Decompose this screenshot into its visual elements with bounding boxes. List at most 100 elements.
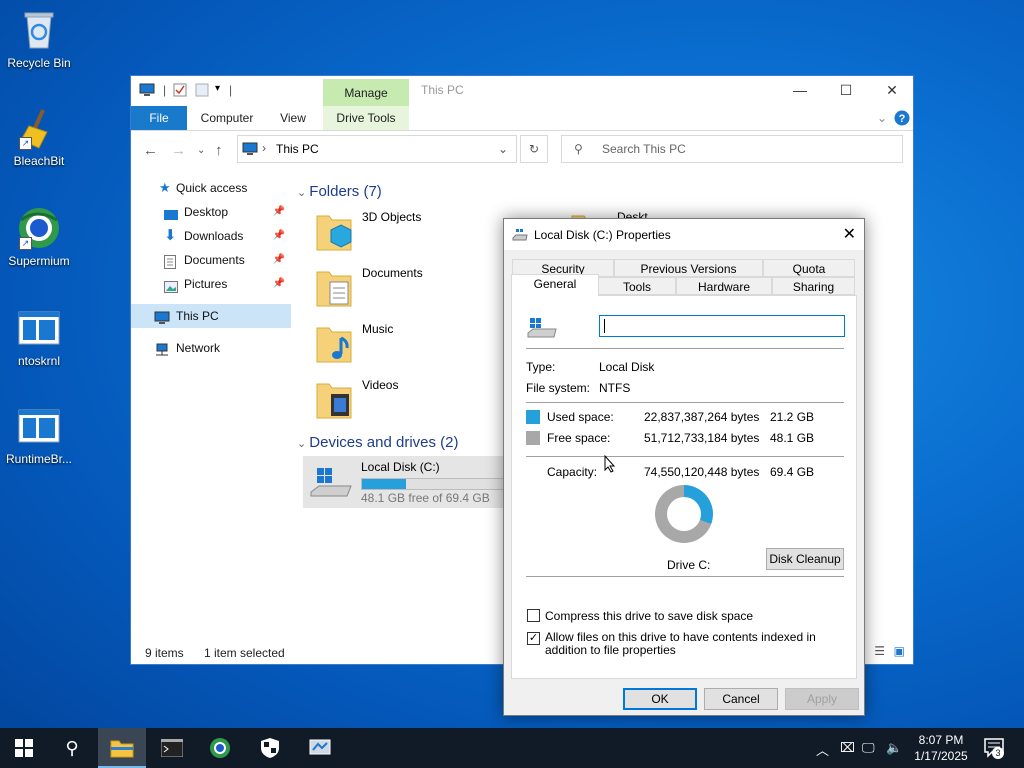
drive-name: Local Disk (C:) [361, 460, 440, 474]
index-contents-checkbox[interactable]: ✓ [527, 632, 540, 645]
mouse-cursor-icon [604, 454, 616, 476]
music-folder-icon [315, 322, 353, 364]
nav-quick-access[interactable]: ★ Quick access [131, 176, 291, 200]
tab-computer[interactable]: Computer [193, 106, 261, 130]
drive-free-text: 48.1 GB free of 69.4 GB [361, 491, 490, 505]
nav-label: Pictures [184, 277, 228, 291]
customize-toolbar-icon[interactable]: ▾ [215, 83, 220, 94]
network-app-icon[interactable] [296, 728, 344, 768]
manage-context-tab[interactable]: Manage [323, 79, 409, 107]
tab-quota[interactable]: Quota [763, 259, 855, 277]
document-icon [164, 253, 177, 269]
nav-this-pc[interactable]: This PC [131, 304, 291, 328]
tab-previous-versions[interactable]: Previous Versions [614, 259, 763, 277]
volume-muted-icon[interactable]: 🔈 [886, 740, 902, 756]
desktop-icon-supermium[interactable]: ↗ Supermium [0, 200, 78, 268]
address-bar[interactable]: › This PC ⌄ [237, 135, 517, 163]
text-caret [604, 319, 605, 333]
address-row: ← → ⌄ ↑ › This PC ⌄ ↻ ⚲ Search This PC [131, 131, 913, 169]
tab-drive-tools[interactable]: Drive Tools [323, 106, 409, 130]
pin-icon: 📌 [272, 230, 285, 241]
nav-downloads[interactable]: ⬇ Downloads 📌 [131, 224, 291, 248]
breadcrumb-this-pc[interactable]: This PC [276, 142, 319, 156]
general-tab-panel: Type: Local Disk File system: NTFS Used … [511, 295, 857, 679]
address-dropdown-icon[interactable]: ⌄ [498, 142, 508, 156]
disk-cleanup-button[interactable]: Disk Cleanup [766, 548, 844, 570]
action-center-icon[interactable]: 3 [984, 738, 1006, 761]
supermium-icon[interactable] [196, 728, 244, 768]
desktop-icon-bleachbit[interactable]: ↗ BleachBit [0, 100, 78, 168]
close-button[interactable]: ✕ [869, 76, 915, 105]
drive-disk-icon [309, 466, 353, 503]
folder-music[interactable]: Music [293, 318, 493, 370]
breadcrumb-chevron-icon[interactable]: › [262, 141, 266, 155]
up-arrow-icon[interactable]: ↑ [215, 142, 223, 159]
capacity-bytes: 74,550,120,448 bytes [644, 465, 760, 479]
ribbon-tabs: File Computer View Drive Tools ⌄ ? [131, 106, 913, 131]
start-button[interactable] [0, 728, 48, 768]
folder-name: 3D Objects [362, 210, 422, 224]
details-view-icon[interactable]: ☰ [874, 644, 885, 658]
nav-network[interactable]: Network [131, 336, 291, 360]
type-label: Type: [526, 360, 556, 374]
drive-usage-fill [362, 479, 407, 489]
shortcut-arrow-icon: ↗ [19, 137, 32, 150]
back-arrow-icon[interactable]: ← [143, 142, 158, 159]
drive-icon [512, 228, 528, 245]
tab-file[interactable]: File [131, 106, 187, 130]
search-input[interactable]: ⚲ Search This PC [561, 135, 903, 163]
refresh-button[interactable]: ↻ [520, 135, 548, 163]
search-icon[interactable]: ⚲ [48, 728, 96, 768]
properties-check-icon[interactable] [173, 83, 187, 100]
meet-now-icon[interactable]: ⌧ [840, 740, 855, 756]
help-icon[interactable]: ? [893, 106, 911, 130]
tab-tools[interactable]: Tools [598, 277, 676, 295]
file-explorer-icon[interactable] [98, 728, 146, 768]
security-icon[interactable] [246, 728, 294, 768]
tab-sharing[interactable]: Sharing [772, 277, 855, 295]
desktop-icon-recycle-bin[interactable]: Recycle Bin [0, 2, 78, 70]
minimize-button[interactable]: — [777, 76, 823, 105]
cancel-button[interactable]: Cancel [704, 688, 778, 710]
volume-label-input[interactable] [599, 315, 845, 337]
nav-desktop[interactable]: Desktop 📌 [131, 200, 291, 224]
status-item-count: 9 items [145, 646, 184, 660]
expand-ribbon-icon[interactable]: ⌄ [873, 106, 891, 130]
group-title: Folders (7) [309, 183, 382, 200]
terminal-icon[interactable] [148, 728, 196, 768]
apply-button[interactable]: Apply [785, 688, 859, 710]
large-icons-view-icon[interactable]: ▣ [894, 644, 905, 658]
compress-drive-checkbox[interactable] [527, 609, 540, 622]
nav-pictures[interactable]: Pictures 📌 [131, 272, 291, 296]
network-status-icon[interactable]: 🖵 [862, 740, 875, 756]
type-value: Local Disk [599, 360, 655, 374]
dialog-title: Local Disk (C:) Properties [534, 228, 671, 242]
forward-arrow-icon[interactable]: → [171, 142, 186, 159]
desktop-icon-label: BleachBit [13, 154, 65, 168]
tab-general[interactable]: General [511, 274, 599, 296]
desktop-icon-runtimebroker[interactable]: RuntimeBr... [0, 398, 78, 466]
folder-videos[interactable]: Videos [293, 374, 493, 426]
dialog-close-button[interactable]: ✕ [843, 224, 856, 244]
maximize-button[interactable]: ☐ [823, 76, 869, 105]
devices-group-header[interactable]: ⌄ Devices and drives (2) [297, 434, 459, 451]
dialog-title-bar: Local Disk (C:) Properties ✕ [504, 219, 864, 250]
new-folder-icon[interactable] [195, 83, 209, 100]
system-clock[interactable]: 8:07 PM 1/17/2025 [906, 732, 976, 764]
nav-documents[interactable]: Documents 📌 [131, 248, 291, 272]
show-hidden-icons-chevron-icon[interactable]: ︿ [816, 740, 829, 759]
recent-locations-chevron-icon[interactable]: ⌄ [197, 145, 205, 156]
folders-group-header[interactable]: ⌄ Folders (7) [297, 183, 382, 200]
drive-letter-label: Drive C: [667, 558, 711, 572]
clock-time: 8:07 PM [918, 733, 964, 747]
drive-local-disk-c[interactable]: Local Disk (C:) 48.1 GB free of 69.4 GB [303, 456, 533, 508]
tab-view[interactable]: View [271, 106, 315, 130]
separator [526, 576, 844, 577]
folder-3d-objects[interactable]: 3D Objects [293, 206, 493, 258]
pin-icon: 📌 [272, 278, 285, 289]
tab-hardware[interactable]: Hardware [676, 277, 772, 295]
folder-documents[interactable]: Documents [293, 262, 493, 314]
free-space-label: Free space: [547, 431, 611, 445]
ok-button[interactable]: OK [623, 688, 697, 710]
desktop-icon-ntoskrnl[interactable]: ntoskrnl [0, 300, 78, 368]
